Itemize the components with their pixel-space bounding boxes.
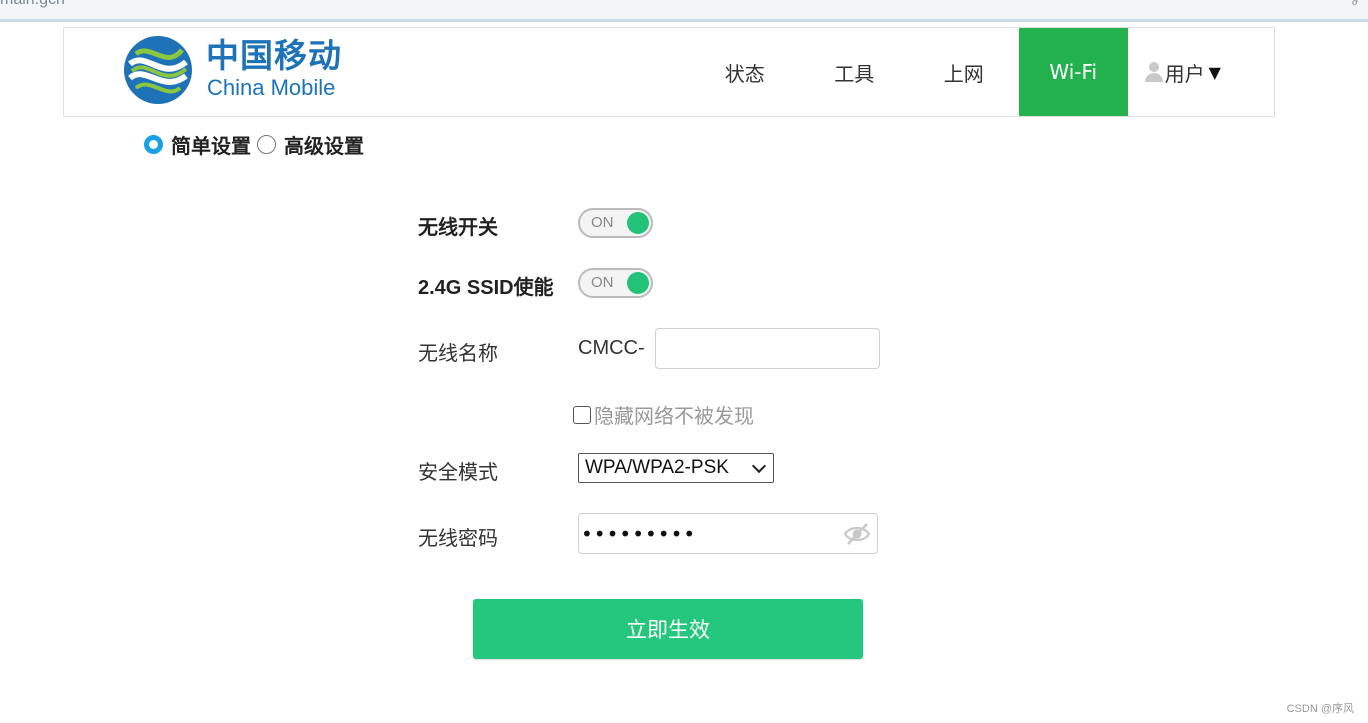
brand-name-en: China Mobile [207, 75, 336, 100]
ssid-prefix: CMCC- [578, 337, 645, 359]
toggle-knob [627, 272, 649, 294]
password-label: 无线密码 [418, 526, 498, 550]
nav-user-label: 用户 [1164, 61, 1205, 86]
simple-mode-radio[interactable] [144, 135, 163, 154]
watermark: CSDN @序风 [1286, 703, 1354, 715]
apply-now-button[interactable]: 立即生效 [473, 599, 863, 659]
address-url[interactable]: main.gch [0, 0, 65, 9]
pin-icon: ∂ [1351, 0, 1358, 8]
china-mobile-logo-icon [124, 36, 192, 104]
header: 中国移动 China Mobile 状态 工具 上网 Wi-Fi 用户 ▼ [63, 27, 1275, 117]
ssid24-enable-state: ON [591, 274, 614, 291]
nav-internet[interactable]: 上网 [909, 28, 1019, 116]
caret-down-icon: ▼ [1208, 62, 1221, 82]
security-mode-select[interactable]: WPA/WPA2-PSK [578, 453, 774, 483]
nav-wifi[interactable]: Wi-Fi [1018, 28, 1128, 116]
ssid-input[interactable] [655, 328, 880, 369]
ssid24-enable-toggle[interactable]: ON [578, 268, 653, 298]
password-masked-value: ••••••••• [581, 522, 697, 546]
ssid-label: 无线名称 [418, 341, 498, 365]
nav-tools[interactable]: 工具 [800, 28, 910, 116]
chevron-down-icon [751, 458, 767, 473]
advanced-mode-radio[interactable] [257, 135, 276, 154]
hide-network-label[interactable]: 隐藏网络不被发现 [594, 400, 754, 429]
browser-address-strip: main.gch ∂ [0, 0, 1368, 22]
wifi-switch-toggle[interactable]: ON [578, 208, 653, 238]
password-field[interactable]: ••••••••• [578, 513, 878, 554]
ssid24-enable-label: 2.4G SSID使能 [418, 277, 554, 299]
user-icon [1144, 62, 1163, 82]
wifi-switch-state: ON [591, 214, 614, 231]
nav-status[interactable]: 状态 [690, 28, 800, 116]
security-mode-label: 安全模式 [418, 460, 498, 484]
nav-user-menu[interactable]: 用户 ▼ [1128, 28, 1238, 116]
wifi-switch-label: 无线开关 [418, 215, 498, 239]
eye-hidden-icon[interactable] [843, 520, 871, 548]
advanced-mode-label[interactable]: 高级设置 [284, 130, 364, 159]
simple-mode-label[interactable]: 简单设置 [171, 130, 251, 159]
brand-name-cn: 中国移动 [206, 36, 342, 75]
security-mode-value: WPA/WPA2-PSK [585, 457, 729, 478]
hide-network-row: 隐藏网络不被发现 [573, 400, 754, 429]
hide-network-checkbox[interactable] [573, 405, 591, 424]
setting-mode-group: 简单设置 高级设置 [144, 130, 370, 159]
main-nav: 状态 工具 上网 Wi-Fi 用户 ▼ [690, 28, 1238, 116]
toggle-knob [627, 212, 649, 234]
